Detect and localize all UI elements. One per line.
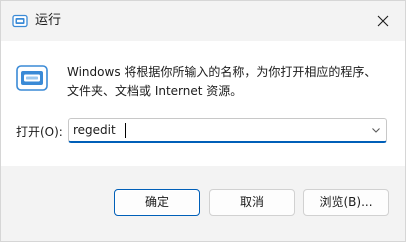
description-line-1: Windows 将根据你所输入的名称，为你打开相应的程序、 bbox=[67, 65, 377, 79]
close-button[interactable] bbox=[365, 5, 401, 37]
run-app-icon bbox=[12, 14, 28, 28]
browse-button[interactable]: 浏览(B)... bbox=[303, 189, 389, 216]
chevron-down-icon[interactable] bbox=[370, 124, 382, 136]
run-app-icon bbox=[16, 65, 48, 91]
dialog-footer: 确定 取消 浏览(B)... bbox=[1, 166, 405, 241]
ok-button[interactable]: 确定 bbox=[114, 189, 200, 216]
title-bar[interactable]: 运行 bbox=[1, 1, 405, 41]
description-line-2: 文件夹、文档或 Internet 资源。 bbox=[67, 84, 243, 98]
cancel-button[interactable]: 取消 bbox=[209, 189, 295, 216]
window-title: 运行 bbox=[35, 13, 62, 28]
close-icon bbox=[377, 15, 389, 27]
open-label: 打开(O): bbox=[16, 125, 63, 139]
run-dialog: 运行 Windows 将根据你所输入的名称，为你打开相应的程序、 文件夹、文档或… bbox=[0, 0, 406, 242]
description-text: Windows 将根据你所输入的名称，为你打开相应的程序、 文件夹、文档或 In… bbox=[67, 63, 387, 101]
dialog-content: Windows 将根据你所输入的名称，为你打开相应的程序、 文件夹、文档或 In… bbox=[1, 41, 405, 166]
open-combobox[interactable]: regedit bbox=[68, 118, 387, 143]
open-input[interactable]: regedit bbox=[73, 122, 116, 139]
text-caret bbox=[125, 123, 126, 138]
